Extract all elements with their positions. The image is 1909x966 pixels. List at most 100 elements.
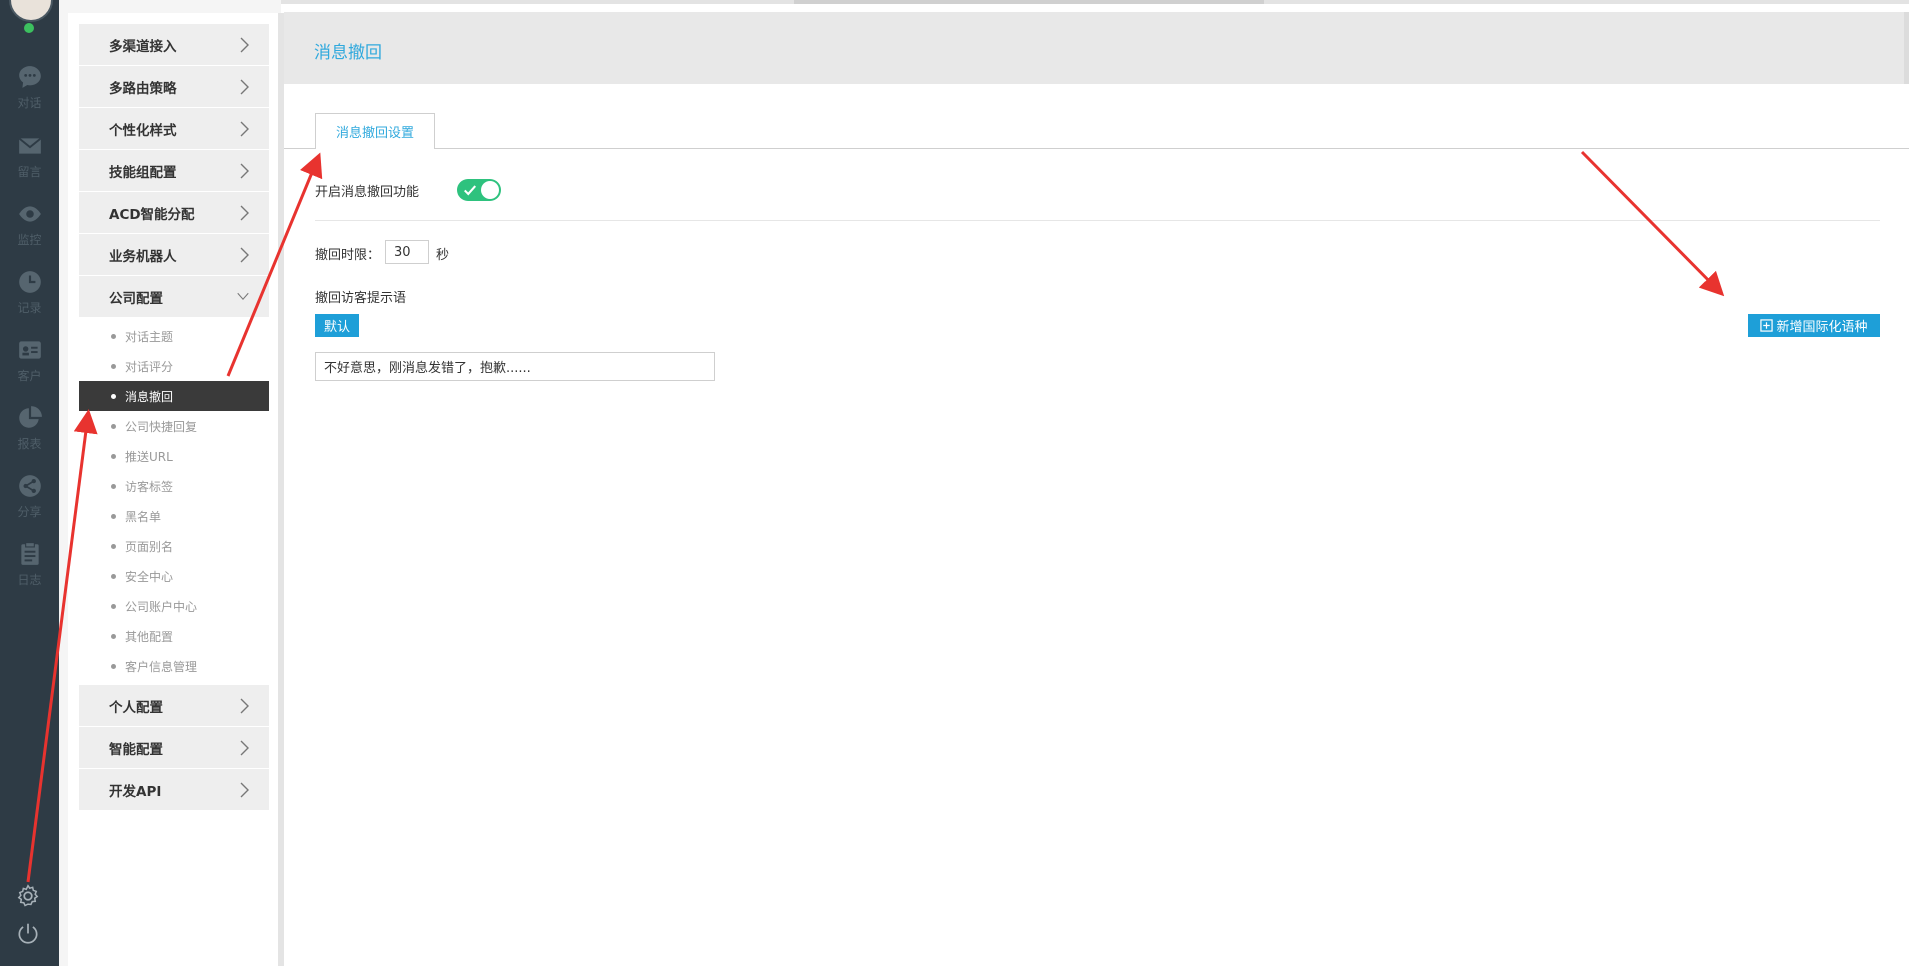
rail-item-records[interactable]: 记录 — [0, 269, 59, 327]
chevron-right-icon — [240, 121, 249, 136]
chevron-right-icon — [240, 782, 249, 797]
sub-item-active[interactable]: 消息撤回 — [79, 381, 269, 411]
settings-menu: 多渠道接入多路由策略个性化样式技能组配置 ACD智能分配业务机器人 公司配置 对话… — [79, 24, 269, 811]
rail-item-customers[interactable]: 客户 — [0, 337, 59, 395]
online-status-dot — [24, 23, 34, 33]
recall-prompt-input[interactable] — [315, 352, 715, 381]
sub-item-label: 访客标签 — [125, 479, 174, 494]
rail-item-monitor[interactable]: 监控 — [0, 201, 59, 259]
menu-group[interactable]: 个性化样式 — [79, 108, 269, 149]
share-icon — [18, 475, 41, 497]
scrollbar-track[interactable] — [1904, 12, 1909, 84]
bullet-icon — [111, 663, 116, 669]
chevron-right-icon — [240, 698, 249, 713]
sub-item[interactable]: 安全中心 — [79, 561, 269, 591]
rail-item-label: 客户 — [17, 369, 42, 383]
sub-item-label: 对话评分 — [125, 359, 174, 374]
menu-group-label: 多渠道接入 — [109, 38, 177, 55]
menu-group[interactable]: 智能配置 — [79, 727, 269, 768]
chevron-right-icon — [240, 740, 249, 755]
chevron-down-icon — [237, 292, 249, 300]
sub-item[interactable]: 推送URL — [79, 441, 269, 471]
rail-item-label: 监控 — [17, 233, 42, 247]
enable-recall-label: 开启消息撤回功能 — [315, 185, 420, 200]
rail-item-reports[interactable]: 报表 — [0, 405, 59, 463]
sub-item[interactable]: 对话主题 — [79, 321, 269, 351]
menu-group[interactable]: 技能组配置 — [79, 150, 269, 191]
id-card-icon — [18, 341, 41, 359]
bullet-icon — [111, 633, 116, 639]
settings-button[interactable] — [15, 883, 43, 911]
clock-icon — [18, 271, 41, 293]
enable-recall-toggle[interactable] — [457, 179, 501, 201]
bullet-icon — [111, 393, 116, 399]
sub-item-label: 其他配置 — [125, 629, 174, 644]
menu-group-label: 公司配置 — [109, 290, 163, 307]
annotation-arrows — [26, 150, 1725, 883]
rail-item-share[interactable]: 分享 — [0, 473, 59, 531]
tab-bar-divider — [284, 148, 1909, 149]
time-limit-input[interactable] — [385, 240, 429, 264]
logout-button[interactable] — [15, 921, 43, 949]
rail-item-messages[interactable]: 留言 — [0, 133, 59, 191]
sub-item-label: 对话主题 — [125, 329, 174, 344]
sub-item[interactable]: 其他配置 — [79, 621, 269, 651]
menu-group-label: 技能组配置 — [109, 164, 177, 181]
menu-group-label: ACD智能分配 — [109, 206, 195, 223]
bullet-icon — [111, 423, 116, 429]
rail-item-logs[interactable]: 日志 — [0, 541, 59, 599]
page-title: 消息撤回 — [314, 43, 382, 63]
rail-item-chat[interactable]: 对话 — [0, 64, 59, 122]
menu-group[interactable]: 多渠道接入 — [79, 24, 269, 65]
toggle-knob — [481, 181, 499, 199]
sub-item[interactable]: 对话评分 — [79, 351, 269, 381]
check-icon — [464, 185, 477, 196]
add-language-label: 新增国际化语种 — [1776, 319, 1868, 334]
rail-item-label: 日志 — [17, 573, 42, 587]
bullet-icon — [111, 603, 116, 609]
rail-item-label: 报表 — [17, 437, 42, 451]
rail-item-label: 记录 — [17, 301, 42, 315]
eye-icon — [18, 206, 41, 222]
menu-group-label: 多路由策略 — [109, 80, 177, 97]
chevron-right-icon — [240, 163, 249, 178]
menu-group[interactable]: 个人配置 — [79, 685, 269, 726]
sub-item[interactable]: 公司快捷回复 — [79, 411, 269, 441]
pie-chart-icon — [18, 406, 42, 428]
tab-recall-settings[interactable]: 消息撤回设置 — [315, 113, 435, 149]
menu-group[interactable]: ACD智能分配 — [79, 192, 269, 233]
sub-item[interactable]: 公司账户中心 — [79, 591, 269, 621]
menu-group[interactable]: 业务机器人 — [79, 234, 269, 275]
clipboard-icon — [20, 542, 39, 565]
arrow-to-add-language — [1580, 150, 1725, 297]
section-divider — [315, 220, 1880, 221]
sub-item[interactable]: 访客标签 — [79, 471, 269, 501]
rail-item-label: 对话 — [17, 96, 42, 110]
sub-item[interactable]: 客户信息管理 — [79, 651, 269, 681]
sub-item-label: 安全中心 — [125, 569, 174, 584]
app-rail: 对话 留言 监控 记录 客户 报表 分享 日志 — [0, 0, 59, 966]
default-language-tag[interactable]: 默认 — [315, 314, 359, 337]
power-icon — [18, 923, 38, 944]
rail-item-label: 分享 — [17, 505, 42, 519]
menu-group-label: 开发API — [109, 783, 162, 800]
add-language-button[interactable]: 新增国际化语种 — [1748, 314, 1880, 337]
sub-item[interactable]: 黑名单 — [79, 501, 269, 531]
chevron-right-icon — [240, 205, 249, 220]
menu-group[interactable]: 开发API — [79, 769, 269, 810]
plus-square-icon — [1760, 319, 1774, 332]
panel-divider — [278, 13, 284, 966]
bullet-icon — [111, 513, 116, 519]
menu-group-company-config[interactable]: 公司配置 — [79, 276, 269, 317]
bullet-icon — [111, 453, 116, 459]
sub-item-label: 消息撤回 — [125, 389, 174, 404]
sub-item[interactable]: 页面别名 — [79, 531, 269, 561]
avatar[interactable] — [9, 0, 53, 22]
menu-group[interactable]: 多路由策略 — [79, 66, 269, 107]
time-limit-label: 撤回时限： — [315, 248, 381, 263]
sub-item-label: 公司快捷回复 — [125, 419, 198, 434]
top-strip-handle — [794, 0, 1264, 4]
menu-group-label: 个人配置 — [109, 699, 163, 716]
sub-item-label: 公司账户中心 — [125, 599, 198, 614]
bullet-icon — [111, 543, 116, 549]
